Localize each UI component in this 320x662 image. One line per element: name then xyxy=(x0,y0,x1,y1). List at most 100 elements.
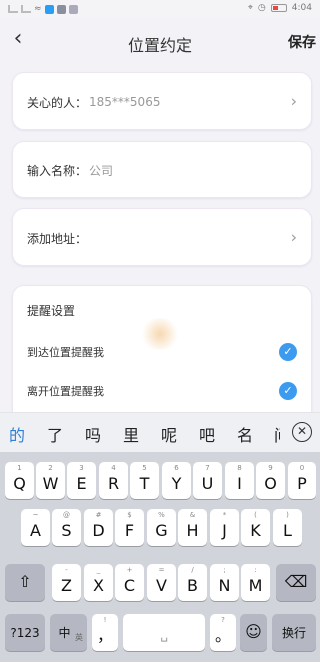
candidate-word[interactable]: 吧 xyxy=(199,422,215,446)
key-char: F xyxy=(124,521,135,540)
key-char: O xyxy=(264,474,277,493)
key-hint: & xyxy=(189,511,196,519)
key-hint: ? xyxy=(221,616,225,624)
key-b[interactable]: / B xyxy=(178,564,207,601)
enter-key[interactable]: 换行 xyxy=(272,614,316,651)
location-icon: ⌖ xyxy=(247,3,253,13)
key-hint: ! xyxy=(103,616,107,624)
ime-candidate-bar: 的 了 吗 里 呢 吧 名 间 ✕ xyxy=(0,412,320,452)
key-char: H xyxy=(186,521,199,540)
key-g[interactable]: % G xyxy=(147,509,176,546)
name-card: 输入名称： 公司 xyxy=(12,141,312,198)
key-c[interactable]: + C xyxy=(115,564,144,601)
signal-icon xyxy=(21,5,31,13)
save-button[interactable]: 保存 xyxy=(288,32,316,52)
key-o[interactable]: 9O xyxy=(256,462,285,499)
key-char: B xyxy=(187,576,198,595)
key-e[interactable]: 3E xyxy=(67,462,96,499)
key-l[interactable]: ) L xyxy=(273,509,302,546)
key-hint: ; xyxy=(223,566,226,574)
key-v[interactable]: = V xyxy=(147,564,176,601)
candidate-word[interactable]: 里 xyxy=(123,422,139,446)
decorative-blob xyxy=(140,318,180,350)
candidate-word[interactable]: 了 xyxy=(47,422,63,446)
delete-key[interactable]: ⌫ xyxy=(276,564,316,601)
microphone-icon: ␣ xyxy=(160,628,168,642)
key-char: X xyxy=(93,576,104,595)
symbols-key[interactable]: ?123 xyxy=(5,614,45,651)
language-key[interactable]: 中英 xyxy=(50,614,87,651)
key-p[interactable]: 0P xyxy=(288,462,316,499)
clock: 4:04 xyxy=(291,3,312,13)
contact-value: 185***5065 xyxy=(89,95,161,109)
contact-card[interactable]: 关心的人： 185***5065 › xyxy=(12,72,312,130)
name-input[interactable]: 公司 xyxy=(89,162,113,179)
key-j[interactable]: * J xyxy=(210,509,239,546)
key-f[interactable]: $ F xyxy=(115,509,144,546)
key-char: 。 xyxy=(214,626,231,645)
address-card[interactable]: 添加地址： › xyxy=(12,208,312,266)
key-hint: # xyxy=(95,511,102,519)
key-t[interactable]: 5T xyxy=(130,462,159,499)
key-d[interactable]: # D xyxy=(84,509,113,546)
signal-icon xyxy=(8,5,18,13)
key-y[interactable]: 6Y xyxy=(162,462,191,499)
check-icon[interactable]: ✓ xyxy=(279,382,297,400)
key-hint: : xyxy=(254,566,257,574)
key-char: V xyxy=(156,576,167,595)
key-z[interactable]: -Z xyxy=(52,564,81,601)
key-x[interactable]: _ X xyxy=(84,564,113,601)
key-n[interactable]: ; N xyxy=(210,564,239,601)
key-hint: _ xyxy=(96,566,101,574)
shift-icon: ⇧ xyxy=(18,572,32,591)
check-icon[interactable]: ✓ xyxy=(279,343,297,361)
key-a[interactable]: ~ A xyxy=(21,509,50,546)
key-h[interactable]: & H xyxy=(178,509,207,546)
shift-key[interactable]: ⇧ xyxy=(5,564,45,601)
key-hint: ) xyxy=(286,511,289,519)
wifi-icon: ≈ xyxy=(34,4,42,14)
candidate-word[interactable]: 的 xyxy=(9,422,25,446)
key-char: I xyxy=(237,474,242,493)
comma-key[interactable]: !， xyxy=(92,614,118,651)
key-hint: ( xyxy=(254,511,257,519)
alarm-icon: ◷ xyxy=(257,3,266,13)
key-i[interactable]: 8I xyxy=(225,462,254,499)
key-char: J xyxy=(222,521,227,540)
key-r[interactable]: 4R xyxy=(99,462,128,499)
candidate-word[interactable]: 吗 xyxy=(85,422,101,446)
keyboard: 1Q 2W 3E 4R 5T 6Y 7U 8I 9O 0P ~ A @ S # D $… xyxy=(0,452,320,662)
key-hint: 7 xyxy=(205,464,210,472)
close-candidates-icon[interactable]: ✕ xyxy=(292,422,312,442)
key-k[interactable]: (K xyxy=(241,509,270,546)
emoji-key[interactable]: ☺ xyxy=(240,614,267,651)
key-q[interactable]: 1Q xyxy=(5,462,34,499)
key-char: U xyxy=(201,474,214,493)
key-w[interactable]: 2W xyxy=(36,462,65,499)
app-notification-icon xyxy=(68,4,78,14)
candidate-word[interactable]: 呢 xyxy=(161,422,177,446)
key-hint: 8 xyxy=(237,464,242,472)
name-label: 输入名称： xyxy=(27,164,88,178)
candidate-word[interactable]: 名 xyxy=(237,422,253,446)
key-hint: 4 xyxy=(111,464,116,472)
key-s[interactable]: @ S xyxy=(52,509,81,546)
space-key[interactable]: ␣ xyxy=(123,614,205,651)
key-char: A xyxy=(30,521,41,540)
leave-reminder-row[interactable]: 离开位置提醒我 ✓ xyxy=(27,382,297,400)
key-char: W xyxy=(42,474,59,493)
key-hint: = xyxy=(158,566,165,574)
period-key[interactable]: ?。 xyxy=(210,614,236,651)
candidate-word[interactable]: 间 xyxy=(274,422,280,446)
backspace-icon: ⌫ xyxy=(284,572,308,591)
key-char: Y xyxy=(171,474,182,493)
key-m[interactable]: :M xyxy=(241,564,270,601)
key-hint: $ xyxy=(127,511,132,519)
key-char: Q xyxy=(13,474,26,493)
key-u[interactable]: 7U xyxy=(193,462,222,499)
key-char: K xyxy=(250,521,261,540)
key-char: E xyxy=(76,474,87,493)
key-hint: 3 xyxy=(79,464,84,472)
key-hint: - xyxy=(65,566,68,574)
address-label: 添加地址： xyxy=(27,231,88,246)
